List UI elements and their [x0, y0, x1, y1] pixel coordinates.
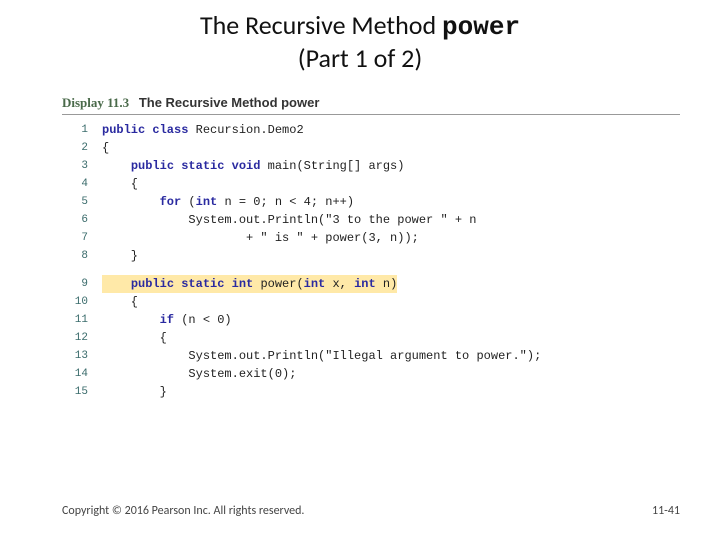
slide-title: The Recursive Method power (Part 1 of 2)	[0, 10, 720, 74]
title-line1-mono: power	[442, 12, 520, 42]
code-token	[102, 313, 160, 327]
code-text: }	[102, 383, 167, 401]
code-text: for (int n = 0; n < 4; n++)	[102, 193, 354, 211]
code-text: + " is " + power(3, n));	[102, 229, 419, 247]
code-token: n = 0; n < 4; n++)	[224, 195, 354, 209]
code-text: public static void main(String[] args)	[102, 157, 404, 175]
code-line: 11 if (n < 0)	[62, 311, 680, 329]
code-token: System.exit(0);	[102, 367, 296, 381]
display-header: Display 11.3 The Recursive Method power	[62, 95, 680, 115]
code-text: }	[102, 247, 138, 265]
line-number: 1	[62, 121, 88, 139]
code-line: 8 }	[62, 247, 680, 265]
code-token: main(String[] args)	[268, 159, 405, 173]
line-number: 14	[62, 365, 88, 383]
keyword: int	[304, 277, 333, 291]
line-number: 5	[62, 193, 88, 211]
keyword: if	[160, 313, 182, 327]
copyright: Copyright © 2016 Pearson Inc. All rights…	[62, 504, 304, 518]
code-token: System.out.Println("3 to the power " + n	[102, 213, 476, 227]
code-text: System.exit(0);	[102, 365, 296, 383]
code-text: {	[102, 329, 167, 347]
code-token: n)	[376, 277, 398, 291]
line-number: 9	[62, 275, 88, 293]
code-line: 13 System.out.Println("Illegal argument …	[62, 347, 680, 365]
keyword: public static int	[131, 277, 261, 291]
code-token	[102, 159, 131, 173]
code-line: 2{	[62, 139, 680, 157]
code-text: {	[102, 139, 109, 157]
code-token: }	[102, 385, 167, 399]
code-token: {	[102, 141, 109, 155]
code-line: 3 public static void main(String[] args)	[62, 157, 680, 175]
code-line: 10 {	[62, 293, 680, 311]
code-token: x,	[332, 277, 354, 291]
code-line: 15 }	[62, 383, 680, 401]
line-number: 11	[62, 311, 88, 329]
code-token: power(	[260, 277, 303, 291]
keyword: int	[354, 277, 376, 291]
line-number: 4	[62, 175, 88, 193]
code-text: public class Recursion.Demo2	[102, 121, 304, 139]
code-text: if (n < 0)	[102, 311, 232, 329]
code-token: System.out.Println("Illegal argument to …	[102, 349, 541, 363]
title-line1-pre: The Recursive Method	[200, 9, 442, 41]
code-line: 9 public static int power(int x, int n)	[62, 275, 680, 293]
keyword: public static void	[131, 159, 268, 173]
display-title: The Recursive Method power	[139, 95, 320, 110]
blank-line	[62, 265, 680, 275]
keyword: int	[196, 195, 225, 209]
code-line: 1 public class Recursion.Demo2	[62, 121, 680, 139]
display-label: Display 11.3	[62, 95, 129, 110]
line-number: 12	[62, 329, 88, 347]
code-line: 12 {	[62, 329, 680, 347]
line-number: 10	[62, 293, 88, 311]
code-text: System.out.Println("Illegal argument to …	[102, 347, 541, 365]
line-number: 13	[62, 347, 88, 365]
slide: The Recursive Method power (Part 1 of 2)…	[0, 0, 720, 540]
code-token: {	[102, 331, 167, 345]
code-line: 7 + " is " + power(3, n));	[62, 229, 680, 247]
title-line2: (Part 1 of 2)	[298, 42, 423, 74]
code-token: {	[102, 177, 138, 191]
code-text: {	[102, 175, 138, 193]
code-line: 5 for (int n = 0; n < 4; n++)	[62, 193, 680, 211]
code-token: (n < 0)	[181, 313, 231, 327]
code-token: {	[102, 295, 138, 309]
code-line: 6 System.out.Println("3 to the power " +…	[62, 211, 680, 229]
line-number: 3	[62, 157, 88, 175]
code-token: (	[188, 195, 195, 209]
line-number: 7	[62, 229, 88, 247]
code-token: }	[102, 249, 138, 263]
code-listing: 1public class Recursion.Demo22{3 public …	[62, 121, 680, 401]
code-text: public static int power(int x, int n)	[102, 275, 397, 293]
code-line: 14 System.exit(0);	[62, 365, 680, 383]
page-number: 11-41	[652, 504, 680, 518]
line-number: 2	[62, 139, 88, 157]
code-text: System.out.Println("3 to the power " + n	[102, 211, 476, 229]
code-text: {	[102, 293, 138, 311]
line-number: 15	[62, 383, 88, 401]
line-number: 8	[62, 247, 88, 265]
code-token	[102, 195, 160, 209]
footer: Copyright © 2016 Pearson Inc. All rights…	[62, 504, 680, 518]
line-number: 6	[62, 211, 88, 229]
code-token: Recursion.Demo2	[196, 123, 304, 137]
keyword: public class	[102, 123, 196, 137]
code-line: 4 {	[62, 175, 680, 193]
code-token: + " is " + power(3, n));	[102, 231, 419, 245]
keyword: for	[160, 195, 189, 209]
display-block: Display 11.3 The Recursive Method power …	[62, 95, 680, 401]
code-token	[102, 277, 131, 291]
